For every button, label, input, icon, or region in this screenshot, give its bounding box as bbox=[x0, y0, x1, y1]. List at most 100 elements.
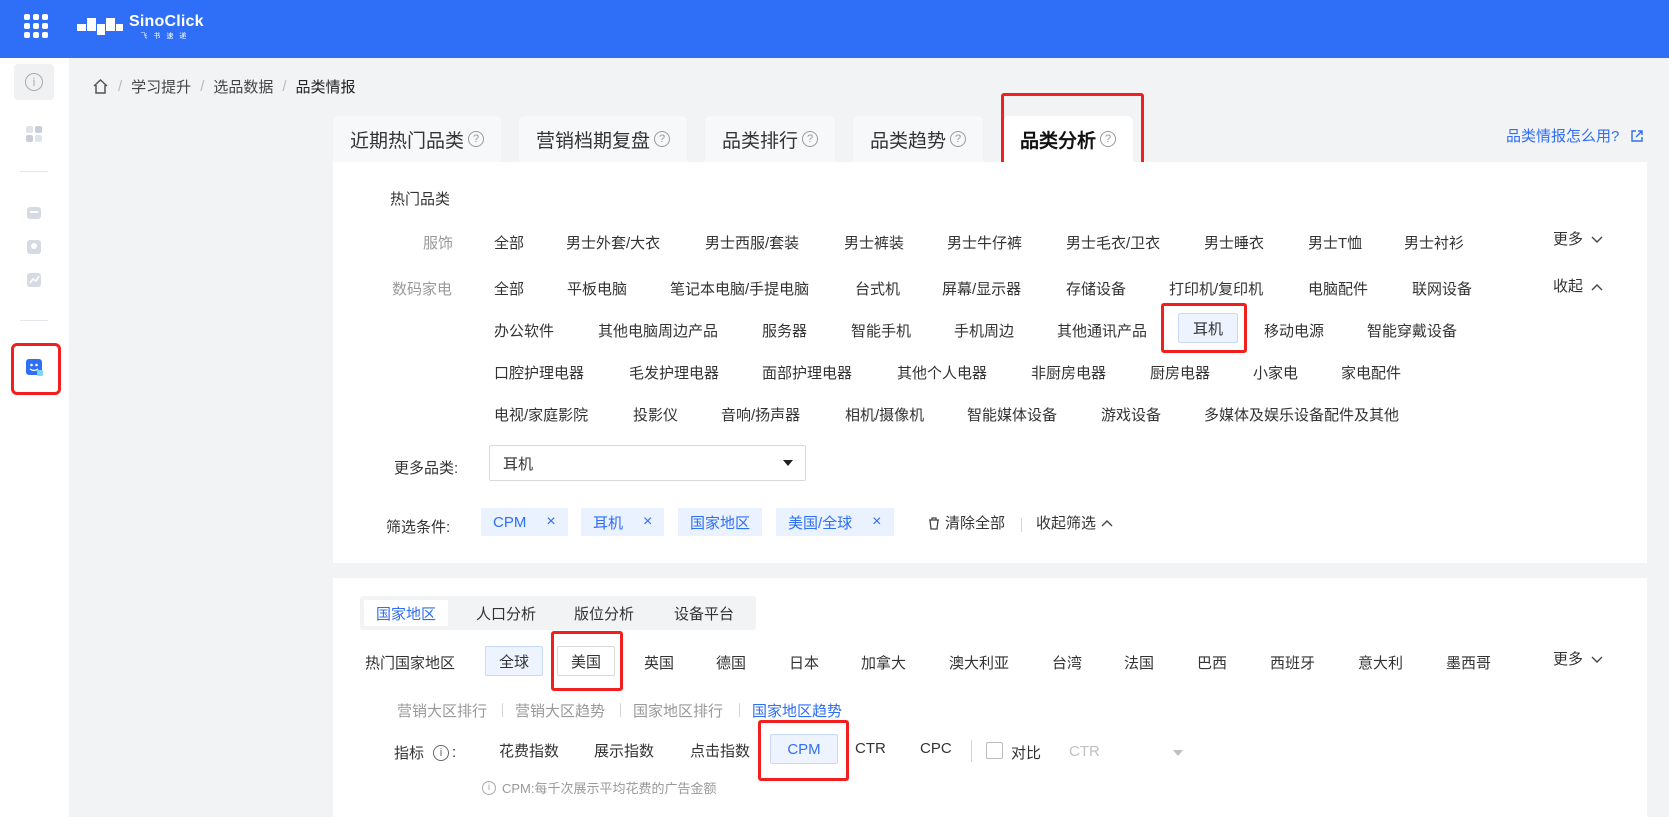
digital-option[interactable]: 台式机 bbox=[855, 278, 900, 299]
close-icon[interactable]: × bbox=[872, 513, 881, 531]
subtab-placement[interactable]: 版位分析 bbox=[562, 600, 646, 626]
digital-option[interactable]: 家电配件 bbox=[1341, 362, 1401, 383]
subtab-demographics[interactable]: 人口分析 bbox=[464, 600, 548, 626]
close-icon[interactable]: × bbox=[643, 513, 652, 531]
apparel-option[interactable]: 男士牛仔裤 bbox=[947, 232, 1022, 253]
apparel-option[interactable]: 全部 bbox=[494, 232, 524, 253]
country-option[interactable]: 日本 bbox=[789, 652, 819, 673]
digital-option[interactable]: 其他个人电器 bbox=[897, 362, 987, 383]
digital-option[interactable]: 小家电 bbox=[1253, 362, 1298, 383]
country-option[interactable]: 法国 bbox=[1124, 652, 1154, 673]
help-icon[interactable]: ? bbox=[654, 131, 671, 147]
metric-click-index[interactable]: 点击指数 bbox=[690, 740, 750, 761]
metric-impression-index[interactable]: 展示指数 bbox=[594, 740, 654, 761]
digital-option[interactable]: 投影仪 bbox=[633, 404, 678, 425]
close-icon[interactable]: × bbox=[546, 513, 555, 531]
breadcrumb-item-product-data[interactable]: 选品数据 bbox=[213, 76, 273, 97]
caret-down-icon bbox=[783, 460, 793, 466]
digital-option[interactable]: 音响/扬声器 bbox=[721, 404, 800, 425]
home-icon[interactable] bbox=[92, 78, 109, 95]
country-option[interactable]: 澳大利亚 bbox=[949, 652, 1009, 673]
country-option[interactable]: 台湾 bbox=[1052, 652, 1082, 673]
sidebar-message-icon[interactable] bbox=[14, 196, 54, 232]
tab-marketing-review[interactable]: 营销档期复盘? bbox=[519, 116, 688, 162]
clear-all-button[interactable]: 清除全部 bbox=[927, 512, 1005, 533]
apparel-more-button[interactable]: 更多 bbox=[1553, 228, 1603, 249]
apparel-option[interactable]: 男士外套/大衣 bbox=[566, 232, 660, 253]
country-option[interactable]: 英国 bbox=[644, 652, 674, 673]
help-link[interactable]: 品类情报怎么用? bbox=[1506, 125, 1645, 146]
app-grid-icon[interactable] bbox=[24, 14, 48, 38]
view-region-trend[interactable]: 营销大区趋势 bbox=[515, 700, 605, 721]
digital-option[interactable]: 口腔护理电器 bbox=[494, 362, 584, 383]
apparel-option[interactable]: 男士睡衣 bbox=[1204, 232, 1264, 253]
apparel-option[interactable]: 男士T恤 bbox=[1308, 232, 1362, 253]
metric-ctr[interactable]: CTR bbox=[855, 740, 886, 757]
digital-option[interactable]: 非厨房电器 bbox=[1031, 362, 1106, 383]
logo[interactable]: SinoClick 飞书速递 bbox=[77, 14, 204, 40]
digital-option[interactable]: 智能手机 bbox=[851, 320, 911, 341]
digital-option[interactable]: 毛发护理电器 bbox=[629, 362, 719, 383]
apparel-option[interactable]: 男士毛衣/卫衣 bbox=[1066, 232, 1160, 253]
digital-option[interactable]: 多媒体及娱乐设备配件及其他 bbox=[1204, 404, 1399, 425]
digital-option[interactable]: 其他电脑周边产品 bbox=[598, 320, 718, 341]
country-option[interactable]: 德国 bbox=[716, 652, 746, 673]
subtab-country[interactable]: 国家地区 bbox=[364, 600, 449, 626]
tab-category-ranking[interactable]: 品类排行? bbox=[705, 116, 836, 162]
digital-option[interactable]: 相机/摄像机 bbox=[845, 404, 924, 425]
digital-option[interactable]: 厨房电器 bbox=[1150, 362, 1210, 383]
digital-option[interactable]: 手机周边 bbox=[954, 320, 1014, 341]
tab-category-trend[interactable]: 品类趋势? bbox=[853, 116, 984, 162]
subtab-device[interactable]: 设备平台 bbox=[662, 600, 746, 626]
digital-option[interactable]: 服务器 bbox=[762, 320, 807, 341]
country-more-button[interactable]: 更多 bbox=[1553, 648, 1603, 669]
help-icon[interactable]: ? bbox=[468, 131, 485, 147]
digital-collapse-button[interactable]: 收起 bbox=[1553, 275, 1603, 296]
digital-option[interactable]: 联网设备 bbox=[1412, 278, 1472, 299]
digital-option[interactable]: 笔记本电脑/手提电脑 bbox=[670, 278, 809, 299]
digital-option[interactable]: 办公软件 bbox=[494, 320, 554, 341]
apparel-option[interactable]: 男士西服/套装 bbox=[705, 232, 799, 253]
digital-option[interactable]: 电脑配件 bbox=[1308, 278, 1368, 299]
digital-option[interactable]: 其他通讯产品 bbox=[1057, 320, 1147, 341]
tab-recent-hot[interactable]: 近期热门品类? bbox=[333, 116, 502, 162]
digital-option[interactable]: 移动电源 bbox=[1264, 320, 1324, 341]
metric-spend-index[interactable]: 花费指数 bbox=[499, 740, 559, 761]
more-category-select[interactable]: 耳机 bbox=[489, 445, 806, 481]
chevron-down-icon bbox=[1591, 656, 1603, 663]
breadcrumb-item-learning[interactable]: 学习提升 bbox=[131, 76, 191, 97]
digital-option[interactable]: 面部护理电器 bbox=[762, 362, 852, 383]
country-option[interactable]: 巴西 bbox=[1197, 652, 1227, 673]
help-icon[interactable]: ? bbox=[950, 131, 967, 147]
digital-option[interactable]: 屏幕/显示器 bbox=[942, 278, 1021, 299]
top-bar: SinoClick 飞书速递 bbox=[0, 0, 1669, 58]
metric-cpc[interactable]: CPC bbox=[920, 740, 952, 757]
digital-option[interactable]: 平板电脑 bbox=[567, 278, 627, 299]
collapse-filter-button[interactable]: 收起筛选 bbox=[1036, 512, 1113, 533]
digital-option[interactable]: 智能穿戴设备 bbox=[1367, 320, 1457, 341]
sidebar-dashboard-icon[interactable] bbox=[14, 116, 54, 152]
digital-option[interactable]: 打印机/复印机 bbox=[1169, 278, 1263, 299]
apparel-option[interactable]: 男士衬衫 bbox=[1404, 232, 1464, 253]
digital-option[interactable]: 存储设备 bbox=[1066, 278, 1126, 299]
view-region-ranking[interactable]: 营销大区排行 bbox=[397, 700, 487, 721]
view-country-trend[interactable]: 国家地区趋势 bbox=[752, 700, 842, 721]
apparel-option[interactable]: 男士裤装 bbox=[844, 232, 904, 253]
digital-option[interactable]: 电视/家庭影院 bbox=[494, 404, 588, 425]
sidebar-user-icon[interactable] bbox=[14, 229, 54, 265]
view-country-ranking[interactable]: 国家地区排行 bbox=[633, 700, 723, 721]
country-option-selected[interactable]: 全球 bbox=[485, 646, 543, 676]
country-option[interactable]: 墨西哥 bbox=[1446, 652, 1491, 673]
sidebar-chart-icon[interactable] bbox=[14, 262, 54, 298]
digital-option[interactable]: 智能媒体设备 bbox=[967, 404, 1057, 425]
digital-option[interactable]: 全部 bbox=[494, 278, 524, 299]
country-option[interactable]: 西班牙 bbox=[1270, 652, 1315, 673]
country-option[interactable]: 加拿大 bbox=[861, 652, 906, 673]
help-icon[interactable]: ? bbox=[802, 131, 819, 147]
sidebar-info-icon[interactable]: i bbox=[14, 64, 54, 100]
country-option[interactable]: 意大利 bbox=[1358, 652, 1403, 673]
info-icon[interactable]: i bbox=[433, 744, 450, 761]
digital-option[interactable]: 游戏设备 bbox=[1101, 404, 1161, 425]
compare-checkbox[interactable] bbox=[986, 742, 1003, 759]
compare-metric-select[interactable]: CTR bbox=[1069, 743, 1100, 760]
